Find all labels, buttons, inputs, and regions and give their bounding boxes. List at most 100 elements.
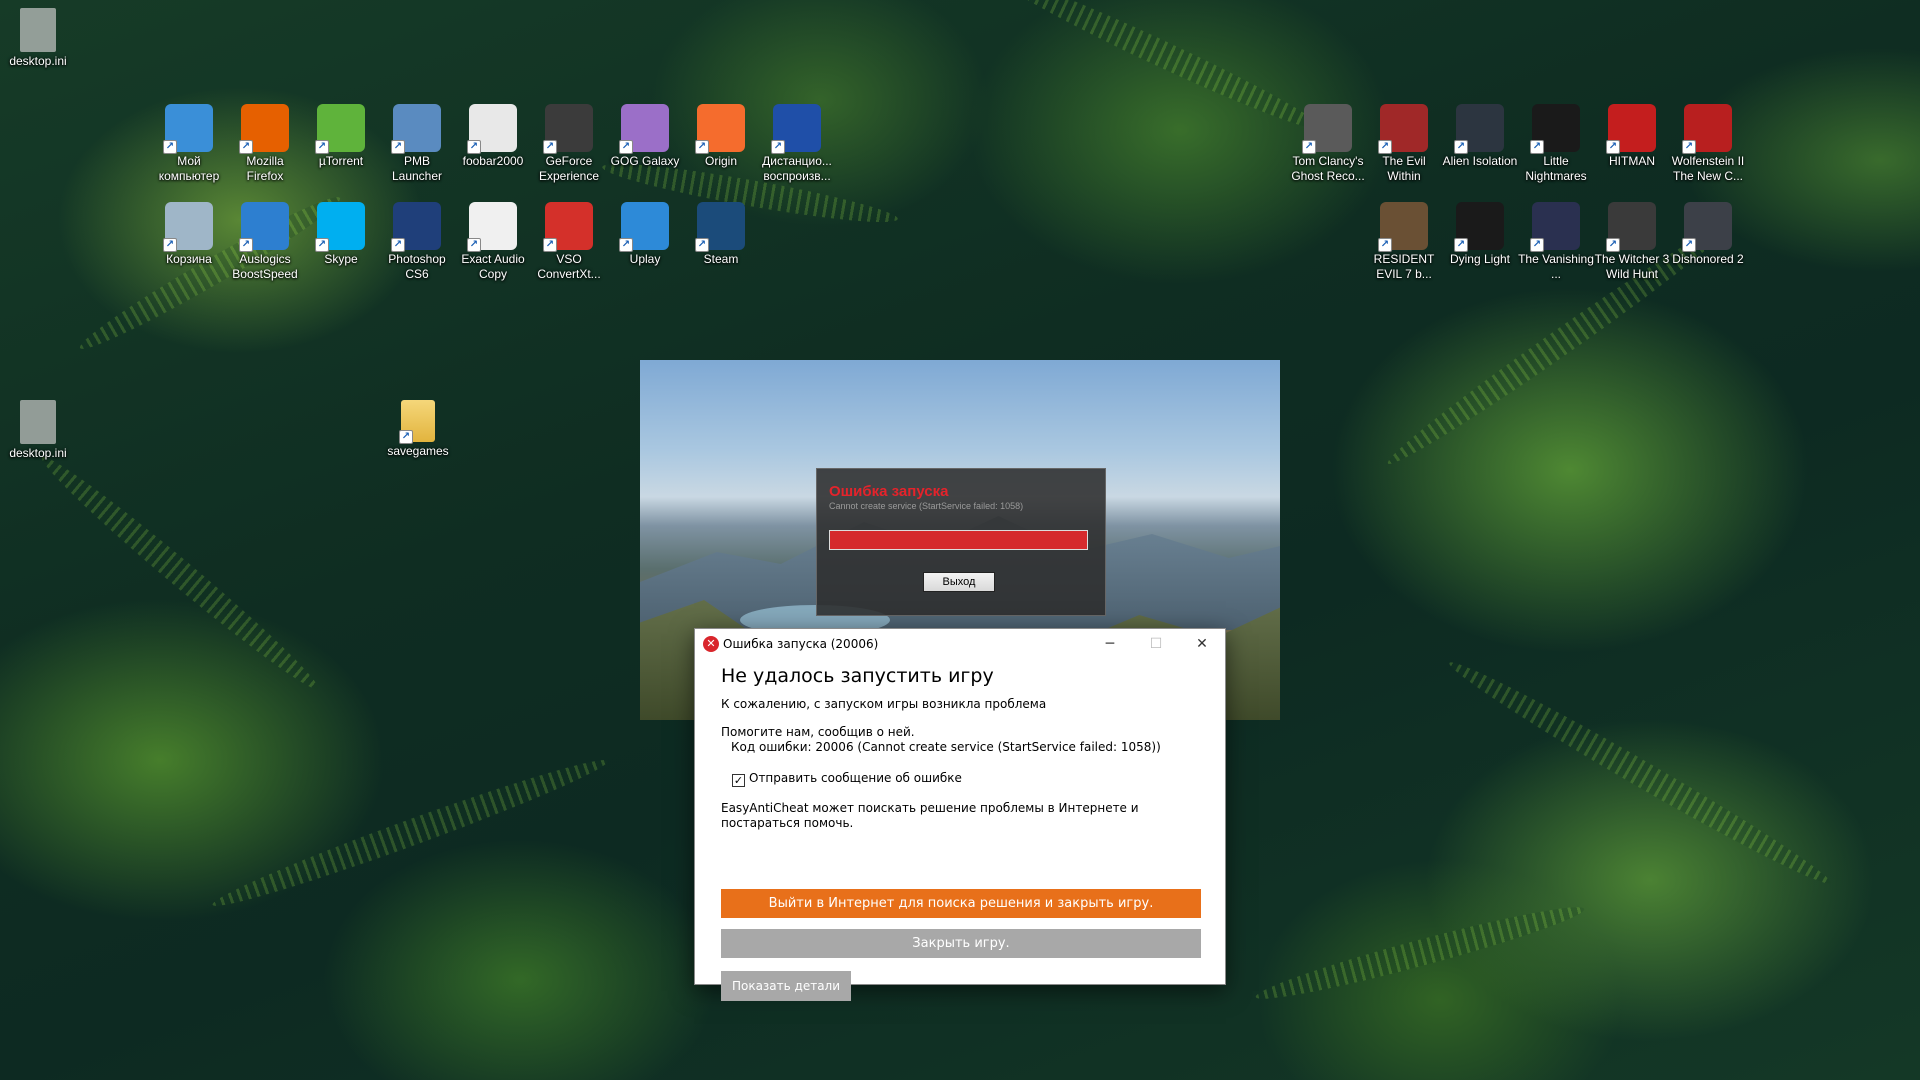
shortcut-arrow-icon: ↗ xyxy=(619,140,633,154)
shortcut-arrow-icon: ↗ xyxy=(1682,140,1696,154)
vanishing-icon: ↗ xyxy=(1530,202,1580,252)
desktop-shortcut-label: PMB Launcher xyxy=(391,154,443,183)
desktop-shortcut[interactable]: ↗ Dying Light xyxy=(1442,202,1518,267)
send-report-row[interactable]: ✓ Отправить сообщение об ошибке xyxy=(721,771,1201,787)
desktop-shortcut[interactable]: ↗ Auslogics BoostSpeed xyxy=(227,202,303,282)
desktop-shortcut[interactable]: ↗ Мой компьютер xyxy=(151,104,227,184)
origin-icon: ↗ xyxy=(695,104,745,154)
desktop-shortcut[interactable]: ↗ Skype xyxy=(303,202,379,267)
desktop-ini-label: desktop.ini xyxy=(9,54,67,68)
utorrent-icon: ↗ xyxy=(315,104,365,154)
vso-icon: ↗ xyxy=(543,202,593,252)
send-report-label: Отправить сообщение об ошибке xyxy=(749,771,962,785)
desktop-shortcut[interactable]: ↗ Корзина xyxy=(151,202,227,267)
desktop-shortcut[interactable]: ↗ Little Nightmares xyxy=(1518,104,1594,184)
desktop-shortcut[interactable]: ↗ foobar2000 xyxy=(455,104,531,169)
savegames-label: savegames xyxy=(387,444,449,458)
send-report-checkbox[interactable]: ✓ xyxy=(732,774,745,787)
desktop-shortcut-label: Uplay xyxy=(629,252,661,266)
desktop-shortcut[interactable]: ↗ VSO ConvertXt... xyxy=(531,202,607,282)
desktop-shortcut-label: Дистанцио... воспроизв... xyxy=(762,154,832,183)
desktop-shortcut-label: Tom Clancy's Ghost Reco... xyxy=(1291,154,1365,183)
close-game-button[interactable]: Закрыть игру. xyxy=(721,929,1201,958)
desktop-shortcut[interactable]: ↗ Exact Audio Copy xyxy=(455,202,531,282)
splash-exit-button[interactable]: Выход xyxy=(923,572,995,592)
desktop-shortcut[interactable]: ↗ Origin xyxy=(683,104,759,169)
file-icon xyxy=(20,8,56,52)
shortcut-arrow-icon: ↗ xyxy=(467,140,481,154)
maximize-button[interactable]: ☐ xyxy=(1133,629,1179,659)
eac-icon: ↗ xyxy=(467,202,517,252)
desktop-shortcut[interactable]: ↗ Mozilla Firefox xyxy=(227,104,303,184)
alien-isolation-icon: ↗ xyxy=(1454,104,1504,154)
skype-icon: ↗ xyxy=(315,202,365,252)
desktop-shortcut[interactable]: ↗ Steam xyxy=(683,202,759,267)
show-details-button[interactable]: Показать детали xyxy=(721,971,851,1001)
eac-error-splash: Ошибка запуска Cannot create service (St… xyxy=(816,468,1106,616)
desktop-shortcut[interactable]: ↗ Дистанцио... воспроизв... xyxy=(759,104,835,184)
shortcut-arrow-icon: ↗ xyxy=(543,140,557,154)
desktop-shortcut[interactable]: ↗ Wolfenstein II The New C... xyxy=(1670,104,1746,184)
shortcut-arrow-icon: ↗ xyxy=(1454,238,1468,252)
desktop-shortcut-label: µTorrent xyxy=(318,154,364,168)
dishonored-icon: ↗ xyxy=(1682,202,1732,252)
desktop-shortcut[interactable]: ↗ RESIDENT EVIL 7 b... xyxy=(1366,202,1442,282)
folder-icon: ↗ xyxy=(399,400,435,444)
desktop-shortcut-label: Dying Light xyxy=(1449,252,1511,266)
shortcut-arrow-icon: ↗ xyxy=(1530,238,1544,252)
desktop-shortcut-label: Origin xyxy=(704,154,737,168)
firefox-icon: ↗ xyxy=(239,104,289,154)
shortcut-arrow-icon: ↗ xyxy=(1530,140,1544,154)
search-info-text: EasyAntiCheat может поискать решение про… xyxy=(721,801,1139,830)
close-button[interactable]: ✕ xyxy=(1179,629,1225,659)
desktop-shortcut[interactable]: ↗ Alien Isolation xyxy=(1442,104,1518,169)
desktop-shortcut-label: RESIDENT EVIL 7 b... xyxy=(1373,252,1435,281)
little-nightmares-icon: ↗ xyxy=(1530,104,1580,154)
steam-icon: ↗ xyxy=(695,202,745,252)
desktop-ini-label: desktop.ini xyxy=(9,446,67,460)
desktop-shortcut[interactable]: ↗ PMB Launcher xyxy=(379,104,455,184)
shortcut-arrow-icon: ↗ xyxy=(163,238,177,252)
desktop-shortcut[interactable]: ↗ GOG Galaxy xyxy=(607,104,683,169)
desktop-shortcut-label: GeForce Experience xyxy=(538,154,600,183)
minimize-button[interactable]: ─ xyxy=(1087,629,1133,659)
desktop-shortcut-label: The Witcher 3 Wild Hunt xyxy=(1594,252,1670,281)
pmb-icon: ↗ xyxy=(391,104,441,154)
shortcut-arrow-icon: ↗ xyxy=(315,140,329,154)
witcher-icon: ↗ xyxy=(1606,202,1656,252)
desktop-shortcut[interactable]: ↗ The Evil Within xyxy=(1366,104,1442,184)
online-search-button[interactable]: Выйти в Интернет для поиска решения и за… xyxy=(721,889,1201,918)
ghost-recon-icon: ↗ xyxy=(1302,104,1352,154)
shortcut-arrow-icon: ↗ xyxy=(391,238,405,252)
help-text: Помогите нам, сообщив о ней. xyxy=(721,725,915,739)
desktop-ini-icon[interactable]: desktop.ini xyxy=(0,8,76,69)
desktop-shortcut-label: Alien Isolation xyxy=(1442,154,1518,168)
desktop-shortcut[interactable]: ↗ Uplay xyxy=(607,202,683,267)
desktop-shortcut[interactable]: ↗ The Witcher 3 Wild Hunt xyxy=(1594,202,1670,282)
shortcut-arrow-icon: ↗ xyxy=(1454,140,1468,154)
desktop-shortcut-label: Steam xyxy=(703,252,739,266)
desktop-shortcut[interactable]: ↗ µTorrent xyxy=(303,104,379,169)
uplay-icon: ↗ xyxy=(619,202,669,252)
desktop-shortcut-label: Mozilla Firefox xyxy=(246,154,284,183)
desktop-shortcut[interactable]: ↗ Tom Clancy's Ghost Reco... xyxy=(1290,104,1366,184)
error-icon: ✕ xyxy=(703,636,719,652)
desktop-shortcut[interactable]: ↗ Dishonored 2 xyxy=(1670,202,1746,267)
shortcut-arrow-icon: ↗ xyxy=(239,238,253,252)
dialog-titlebar[interactable]: ✕ Ошибка запуска (20006) ─ ☐ ✕ xyxy=(695,629,1225,659)
desktop-shortcut[interactable]: ↗ Photoshop CS6 xyxy=(379,202,455,282)
error-dialog: ✕ Ошибка запуска (20006) ─ ☐ ✕ Не удалос… xyxy=(694,628,1226,1001)
desktop-shortcut[interactable]: ↗ The Vanishing ... xyxy=(1518,202,1594,282)
desktop-shortcut-label: Wolfenstein II The New C... xyxy=(1671,154,1745,183)
shortcut-arrow-icon: ↗ xyxy=(1682,238,1696,252)
shortcut-arrow-icon: ↗ xyxy=(771,140,785,154)
desktop-shortcut[interactable]: ↗ HITMAN xyxy=(1594,104,1670,169)
desktop-shortcut-label: The Evil Within xyxy=(1382,154,1426,183)
desktop-ini-icon-2[interactable]: desktop.ini xyxy=(0,400,76,461)
desktop-shortcut-label: HITMAN xyxy=(1609,154,1655,168)
shortcut-arrow-icon: ↗ xyxy=(695,238,709,252)
savegames-folder[interactable]: ↗ savegames xyxy=(380,400,456,459)
ps4-remote-icon: ↗ xyxy=(771,104,821,154)
desktop-shortcut[interactable]: ↗ GeForce Experience xyxy=(531,104,607,184)
desktop-shortcut-label: Exact Audio Copy xyxy=(461,252,525,281)
